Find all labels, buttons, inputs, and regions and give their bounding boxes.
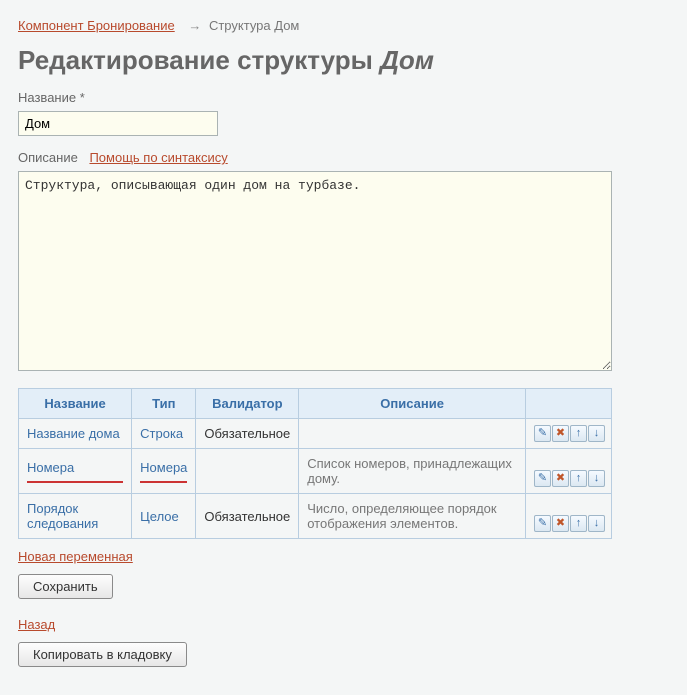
table-row: Порядок следованияЦелоеОбязательноеЧисло… [19, 494, 612, 539]
move-down-icon[interactable]: ↓ [588, 425, 605, 442]
page-title: Редактирование структуры Дом [18, 45, 669, 76]
variables-table: Название Тип Валидатор Описание Название… [18, 388, 612, 539]
highlight-underline [140, 481, 187, 483]
col-header-actions [526, 389, 612, 419]
move-up-icon[interactable]: ↑ [570, 515, 587, 532]
description-textarea[interactable]: Структура, описывающая один дом на турба… [18, 171, 612, 371]
delete-icon[interactable]: ✖ [552, 425, 569, 442]
breadcrumb-root-link[interactable]: Компонент Бронирование [18, 18, 175, 33]
syntax-help-link[interactable]: Помощь по синтаксису [89, 150, 227, 165]
edit-icon[interactable]: ✎ [534, 425, 551, 442]
col-header-type: Тип [132, 389, 196, 419]
cell-validator [196, 449, 299, 494]
table-row: Название домаСтрокаОбязательное ✎✖↑↓ [19, 419, 612, 449]
page-title-entity: Дом [380, 45, 434, 75]
name-input[interactable] [18, 111, 218, 136]
delete-icon[interactable]: ✖ [552, 470, 569, 487]
breadcrumb: Компонент Бронирование → Структура Дом [18, 18, 669, 33]
table-header-row: Название Тип Валидатор Описание [19, 389, 612, 419]
breadcrumb-current: Структура Дом [209, 18, 299, 33]
breadcrumb-arrow-icon: → [188, 18, 201, 33]
cell-type: Строка [132, 419, 196, 449]
cell-type: Целое [132, 494, 196, 539]
move-down-icon[interactable]: ↓ [588, 470, 605, 487]
move-up-icon[interactable]: ↑ [570, 425, 587, 442]
cell-description: Число, определяющее порядок отображения … [299, 494, 526, 539]
new-variable-link[interactable]: Новая переменная [18, 549, 133, 564]
description-label-row: Описание Помощь по синтаксису [18, 150, 669, 165]
edit-icon[interactable]: ✎ [534, 470, 551, 487]
cell-actions: ✎✖↑↓ [526, 494, 612, 539]
save-button[interactable]: Сохранить [18, 574, 113, 599]
col-header-desc: Описание [299, 389, 526, 419]
description-label: Описание [18, 150, 78, 165]
cell-name: Название дома [19, 419, 132, 449]
highlight-underline [27, 481, 123, 483]
copy-to-pantry-button[interactable]: Копировать в кладовку [18, 642, 187, 667]
cell-description [299, 419, 526, 449]
cell-validator: Обязательное [196, 494, 299, 539]
move-up-icon[interactable]: ↑ [570, 470, 587, 487]
page-title-prefix: Редактирование структуры [18, 45, 380, 75]
col-header-name: Название [19, 389, 132, 419]
col-header-validator: Валидатор [196, 389, 299, 419]
name-label: Название * [18, 90, 669, 105]
cell-validator: Обязательное [196, 419, 299, 449]
cell-name: Порядок следования [19, 494, 132, 539]
cell-actions: ✎✖↑↓ [526, 419, 612, 449]
edit-icon[interactable]: ✎ [534, 515, 551, 532]
table-row: НомераНомера Список номеров, принадлежащи… [19, 449, 612, 494]
cell-name: Номера [19, 449, 132, 494]
cell-type: Номера [132, 449, 196, 494]
cell-description: Список номеров, принадлежащих дому. [299, 449, 526, 494]
delete-icon[interactable]: ✖ [552, 515, 569, 532]
move-down-icon[interactable]: ↓ [588, 515, 605, 532]
back-link[interactable]: Назад [18, 617, 55, 632]
cell-actions: ✎✖↑↓ [526, 449, 612, 494]
